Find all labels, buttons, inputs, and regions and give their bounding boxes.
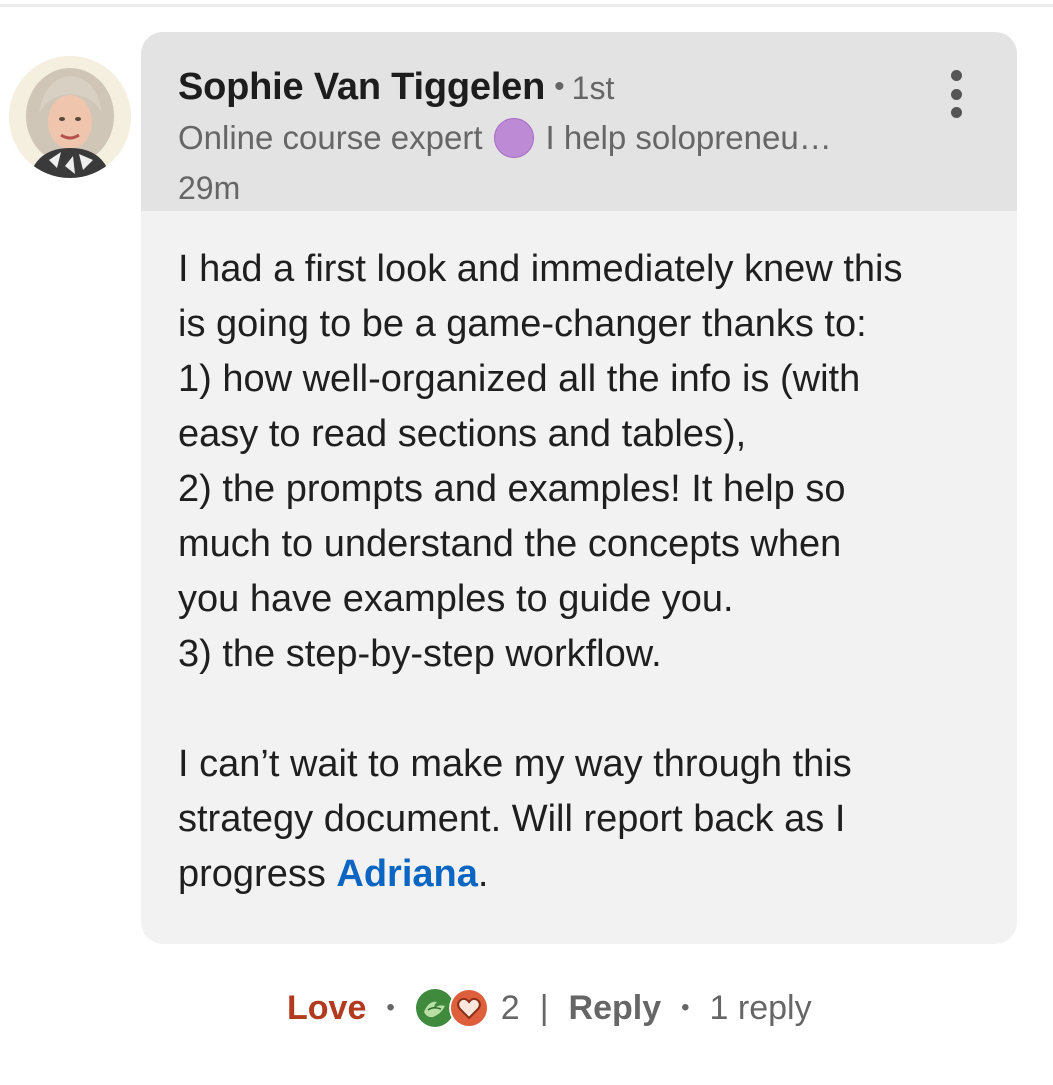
comment-header: Sophie Van Tiggelen • 1st Online course … [141,32,1017,211]
degree-separator: • [554,70,565,103]
reaction-count[interactable]: 2 [501,989,520,1028]
avatar-photo [9,56,131,178]
comment-actions: Love • 2 | Reply • 1 reply [287,983,812,1033]
bullet-separator: • [386,994,395,1021]
connection-degree: 1st [571,70,615,106]
comment-line: I had a first look and immediately knew … [178,248,903,290]
comment-line: is going to be a game-changer thanks to: [178,303,867,345]
action-divider: | [539,988,549,1027]
menu-dot [950,88,962,100]
comment-line: strategy document. Will report back as I [178,798,846,840]
love-reaction-button[interactable]: Love [287,989,366,1028]
more-vertical-icon[interactable] [941,70,971,118]
love-reaction-icon [448,988,489,1028]
comment-line: I can’t wait to make my way through this [178,743,852,785]
comment-line: 1) how well-organized all the info is (w… [178,358,861,400]
comment-card: Sophie Van Tiggelen • 1st Online course … [141,32,1017,944]
comment-line: 2) the prompts and examples! It help so [178,468,846,510]
mention-link[interactable]: Adriana [336,853,477,895]
comment-timestamp: 29m [178,170,241,206]
comment-line-last: progress Adriana. [178,847,998,902]
reply-button[interactable]: Reply [569,989,662,1028]
comment-line: 3) the step-by-step workflow. [178,633,662,675]
comment-line-prefix: progress [178,853,337,895]
comment-line-suffix: . [477,853,489,895]
comment-line: easy to read sections and tables), [178,413,747,455]
menu-dot [950,107,962,118]
author-line: Sophie Van Tiggelen • 1st [178,66,614,109]
comment-line: you have examples to guide you. [178,578,734,620]
comment-line-blank [178,682,998,737]
avatar[interactable] [9,56,131,178]
reaction-icons[interactable] [415,986,491,1030]
headline-text-start: Online course expert [178,119,483,156]
bullet-separator: • [681,994,690,1021]
author-headline[interactable]: Online course expert I help solopreneu… [178,118,832,158]
top-divider [0,4,1053,7]
purple-circle-icon [493,118,534,158]
headline-text-end: I help solopreneu… [545,119,832,156]
comment-text: I had a first look and immediately knew … [178,242,998,902]
reply-count-link[interactable]: 1 reply [710,989,812,1028]
menu-dot [950,70,962,81]
author-name[interactable]: Sophie Van Tiggelen [178,66,545,109]
comment-line: much to understand the concepts when [178,523,842,565]
